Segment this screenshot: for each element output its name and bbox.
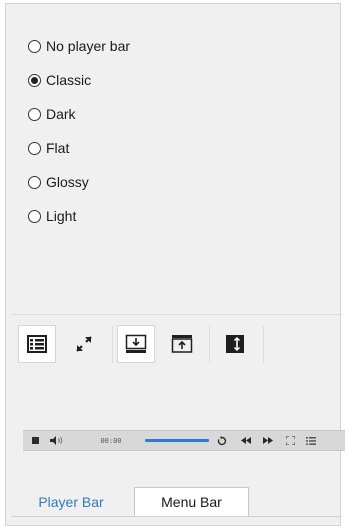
radio-label: Glossy xyxy=(46,174,89,190)
radio-button-selected[interactable] xyxy=(28,73,41,87)
vertical-resize-button[interactable] xyxy=(216,325,254,363)
toolbar-separator xyxy=(112,326,113,363)
expand-arrows-icon xyxy=(76,336,92,352)
radio-button[interactable] xyxy=(28,175,41,189)
tab-menu-bar[interactable]: Menu Bar xyxy=(134,487,249,516)
radio-label: Light xyxy=(46,208,77,224)
fast-forward-icon xyxy=(261,431,275,450)
radio-selected-dot xyxy=(31,76,38,84)
radio-option-flat[interactable]: Flat xyxy=(28,136,69,160)
dock-top-button[interactable] xyxy=(163,325,201,363)
fullscreen-icon xyxy=(283,431,297,450)
list-layout-button[interactable] xyxy=(18,325,56,363)
tab-baseline xyxy=(11,516,342,517)
radio-button[interactable] xyxy=(28,209,41,223)
repeat-icon xyxy=(215,431,229,450)
radio-option-light[interactable]: Light xyxy=(28,204,76,228)
radio-label: No player bar xyxy=(46,38,131,54)
dock-bottom-icon xyxy=(125,334,147,353)
progress-bar xyxy=(145,439,209,442)
rewind-icon xyxy=(239,431,253,450)
radio-button[interactable] xyxy=(28,107,41,121)
tab-player-bar[interactable]: Player Bar xyxy=(16,487,126,516)
vertical-resize-icon xyxy=(226,335,244,353)
toolbar-divider xyxy=(11,314,342,315)
dock-bottom-button[interactable] xyxy=(117,325,155,363)
time-display: 00:00 xyxy=(100,436,122,445)
toolbar-separator xyxy=(209,326,210,363)
radio-button[interactable] xyxy=(28,39,41,53)
player-bar-preview: 00:00 xyxy=(23,430,345,451)
volume-icon xyxy=(49,431,65,450)
stop-icon xyxy=(29,431,41,450)
radio-option-dark[interactable]: Dark xyxy=(28,102,76,126)
expand-button[interactable] xyxy=(65,325,103,363)
playlist-icon xyxy=(304,431,318,450)
radio-option-classic[interactable]: Classic xyxy=(28,68,91,92)
radio-label: Flat xyxy=(46,140,70,156)
radio-option-no-player-bar[interactable]: No player bar xyxy=(28,34,130,58)
radio-button[interactable] xyxy=(28,141,41,155)
dock-top-icon xyxy=(171,335,193,353)
radio-label: Classic xyxy=(46,72,92,88)
settings-tabstrip: Player Bar Menu Bar xyxy=(11,487,342,517)
radio-option-glossy[interactable]: Glossy xyxy=(28,170,89,194)
toolbar-separator xyxy=(263,326,264,363)
list-layout-icon xyxy=(27,335,47,353)
settings-panel: No player bar Classic Dark Flat Glossy L… xyxy=(5,3,345,526)
radio-label: Dark xyxy=(46,106,76,122)
